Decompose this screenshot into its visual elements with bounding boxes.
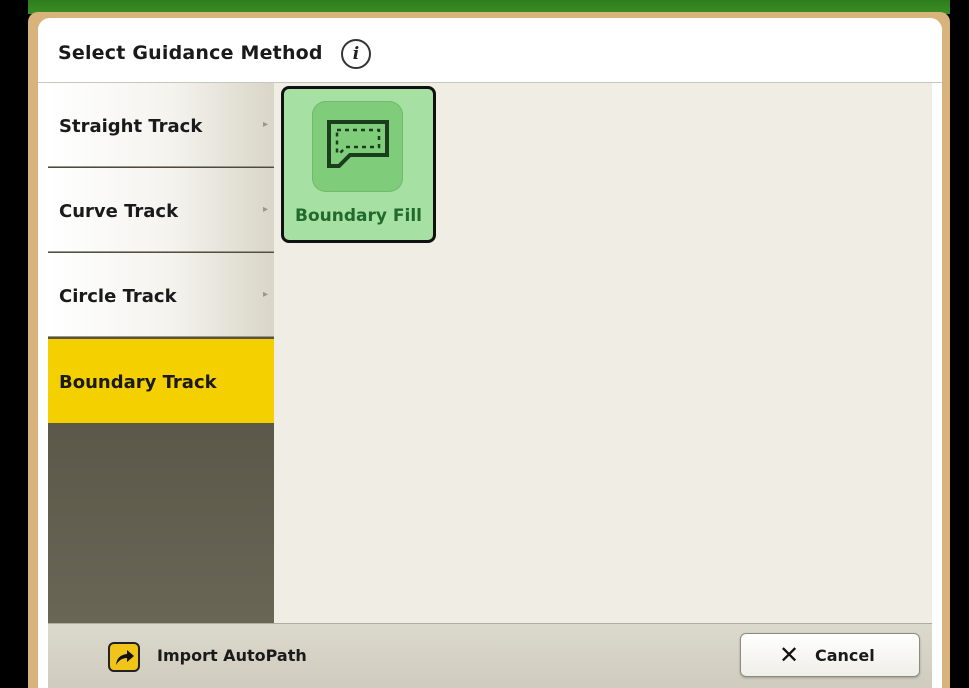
chevron-right-icon: ▸ — [262, 204, 268, 215]
chevron-right-icon: ▸ — [262, 119, 268, 130]
method-content-area: Boundary Fill — [274, 83, 932, 623]
sidebar-item-straight-track[interactable]: Straight Track ▸ — [48, 83, 274, 167]
boundary-fill-icon — [312, 101, 403, 192]
import-autopath-link[interactable]: Import AutoPath — [157, 646, 307, 665]
sidebar-item-curve-track[interactable]: Curve Track ▸ — [48, 168, 274, 252]
dialog-footer: Import AutoPath ✕ Cancel — [48, 623, 932, 688]
sidebar-item-circle-track[interactable]: Circle Track ▸ — [48, 253, 274, 337]
cancel-label: Cancel — [815, 646, 875, 665]
sidebar-item-label: Circle Track — [59, 286, 177, 307]
sidebar-item-label: Straight Track — [59, 116, 203, 137]
sidebar-item-label: Curve Track — [59, 201, 179, 222]
info-glyph: i — [352, 44, 360, 64]
chevron-right-icon: ▸ — [262, 289, 268, 300]
cancel-button[interactable]: ✕ Cancel — [740, 633, 920, 677]
track-type-list: Straight Track ▸ Curve Track ▸ Circle Tr… — [48, 83, 274, 623]
tile-label: Boundary Fill — [295, 206, 422, 226]
info-icon[interactable]: i — [341, 39, 371, 69]
sidebar-item-boundary-track[interactable]: Boundary Track — [48, 339, 274, 423]
import-arrow-icon[interactable] — [108, 642, 140, 672]
boundary-fill-tile[interactable]: Boundary Fill — [281, 86, 436, 243]
guidance-method-dialog: Select Guidance Method i Straight Track … — [38, 18, 942, 688]
dialog-header: Select Guidance Method i — [38, 18, 942, 83]
close-icon: ✕ — [779, 641, 800, 669]
sidebar-item-label: Boundary Track — [59, 372, 217, 393]
dialog-title: Select Guidance Method — [58, 42, 323, 64]
